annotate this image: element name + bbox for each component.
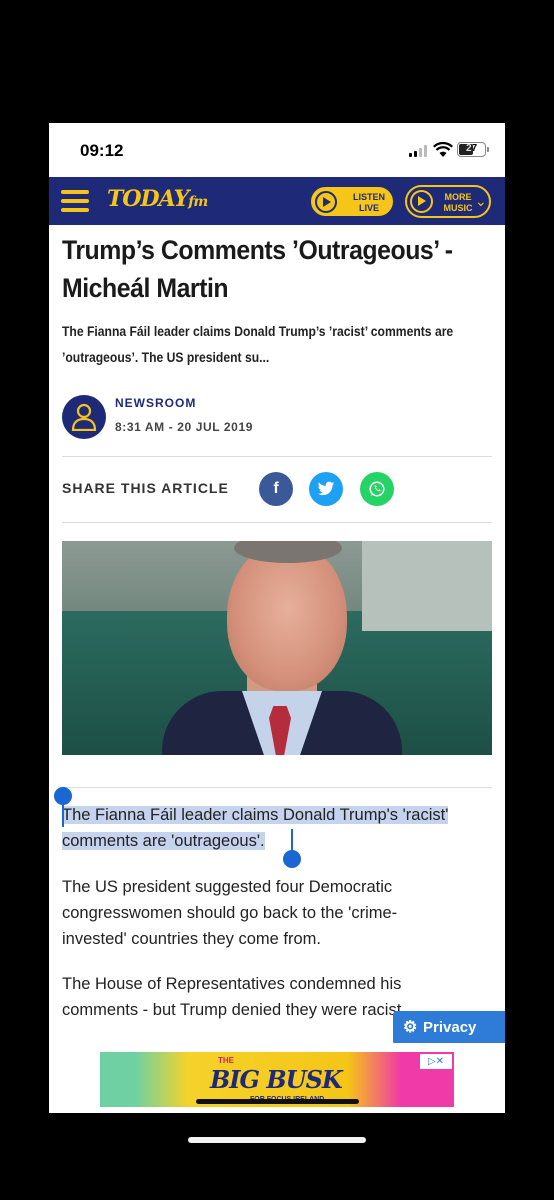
twitter-icon[interactable]: [309, 472, 343, 506]
more-music-button[interactable]: MORE MUSIC ⌄: [405, 185, 491, 218]
ad-close-icon[interactable]: ▷✕: [420, 1054, 452, 1069]
site-header: TODAYfm LISTEN LIVE MORE MUSIC ⌄: [49, 177, 505, 225]
site-logo[interactable]: TODAYfm: [107, 186, 208, 212]
author-name[interactable]: NEWSROOM: [115, 396, 196, 410]
ad-banner[interactable]: THE BIG BUSK FOR FOCUS IRELAND ▷✕: [100, 1052, 454, 1107]
share-label: SHARE THIS ARTICLE: [62, 480, 229, 496]
divider: [62, 522, 492, 523]
facebook-icon[interactable]: f: [259, 472, 293, 506]
article-date: 8:31 AM - 20 JUL 2019: [115, 420, 253, 434]
wifi-icon: [433, 142, 453, 157]
privacy-button[interactable]: ⚙ Privacy: [393, 1011, 505, 1045]
author-avatar-icon[interactable]: [62, 395, 106, 439]
home-indicator[interactable]: [188, 1137, 366, 1143]
divider: [62, 456, 492, 457]
whatsapp-icon[interactable]: [360, 472, 394, 506]
article-paragraph-1[interactable]: The Fianna Fáil leader claims Donald Tru…: [62, 802, 494, 854]
play-icon: [315, 191, 337, 213]
ad-banner-container: THE BIG BUSK FOR FOCUS IRELAND ▷✕: [49, 1043, 505, 1113]
status-bar: 09:12 27: [49, 123, 505, 177]
gear-icon: ⚙: [403, 1019, 418, 1036]
chevron-down-icon: ⌄: [475, 193, 487, 209]
battery-level: 27: [465, 143, 478, 154]
divider: [62, 787, 492, 788]
menu-icon[interactable]: [61, 190, 89, 212]
battery-icon: 27: [457, 142, 486, 157]
phone-screen: 09:12 27 TODAYfm LISTEN LIVE MORE MUSIC ⌄: [49, 123, 505, 1113]
signal-icon: [409, 145, 427, 157]
status-time: 09:12: [80, 141, 124, 160]
play-icon: [410, 190, 433, 213]
article-paragraph-2: The US president suggested four Democrat…: [62, 878, 398, 948]
selection-handle-end[interactable]: [283, 850, 301, 868]
ad-title: BIG BUSK: [210, 1065, 343, 1094]
article-photo: [62, 541, 492, 755]
article-standfirst: The Fianna Fáil leader claims Donald Tru…: [62, 324, 454, 365]
listen-live-button[interactable]: LISTEN LIVE: [309, 185, 395, 218]
article-headline: Trump’s Comments ’Outrageous’ - Micheál …: [62, 235, 453, 303]
